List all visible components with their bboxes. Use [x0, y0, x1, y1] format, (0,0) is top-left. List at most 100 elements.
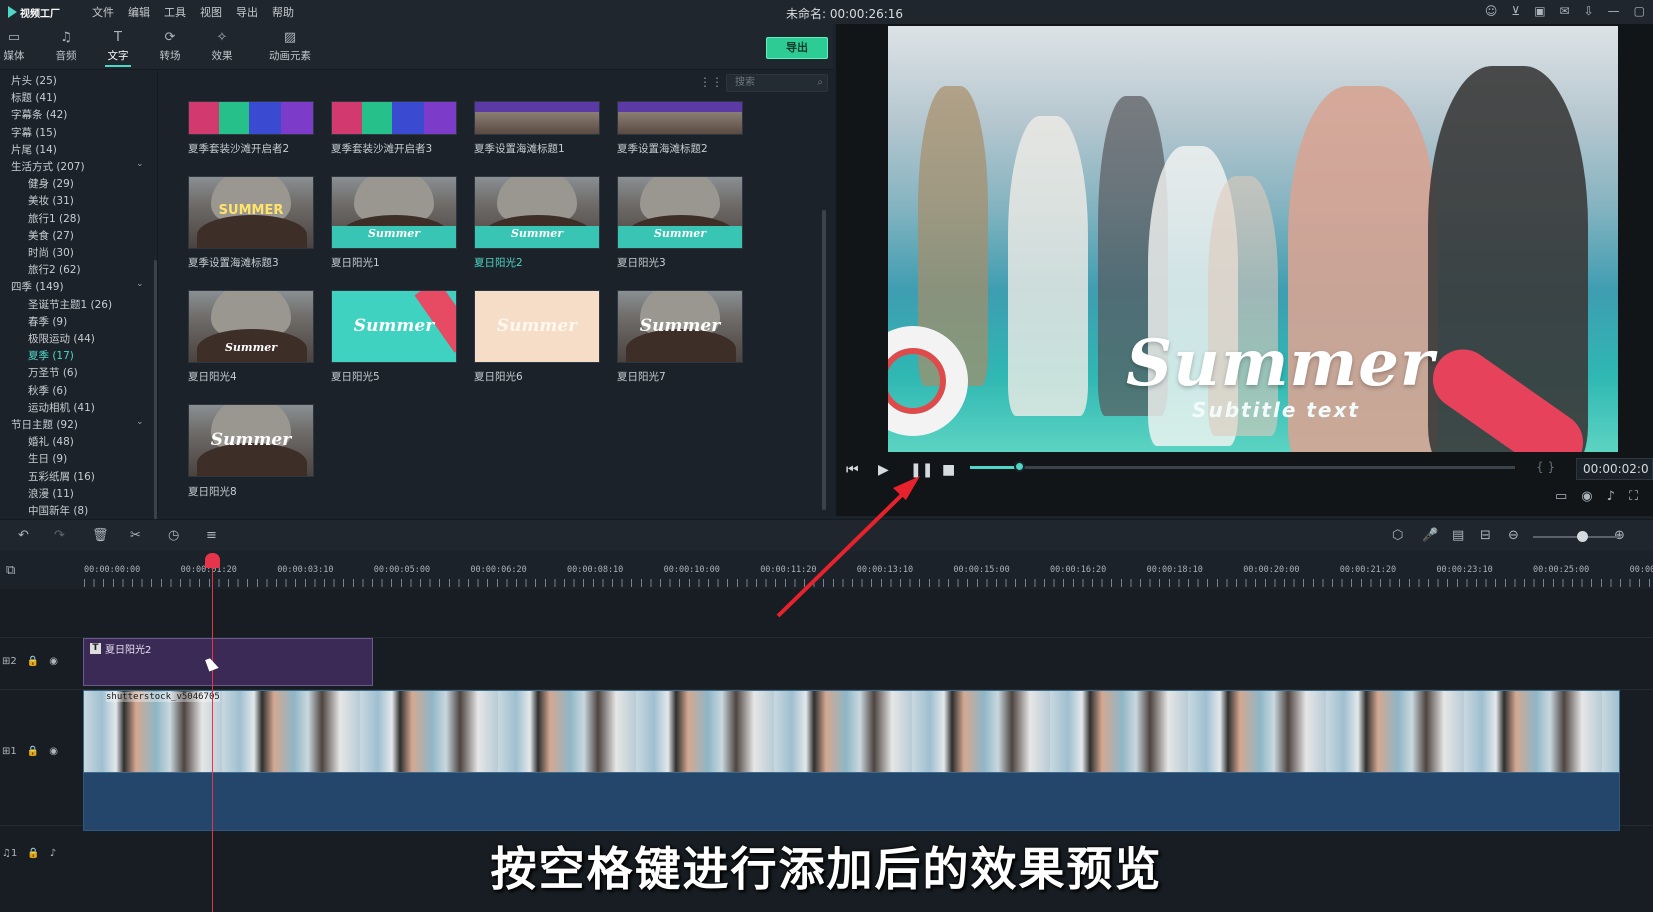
sidebar-item[interactable]: 片尾 (14) — [11, 142, 57, 157]
title-thumbnail[interactable] — [474, 101, 600, 135]
title-thumbnail[interactable]: Summer — [331, 290, 457, 363]
redo-icon[interactable]: ↷ — [54, 528, 65, 543]
delete-icon[interactable]: 🗑 — [92, 528, 109, 543]
marker-icon[interactable]: ⬡ — [1392, 528, 1403, 543]
mark-in-button[interactable]: { — [1536, 460, 1544, 474]
menu-tools[interactable]: 工具 — [164, 4, 186, 20]
library-scrollbar[interactable] — [822, 210, 826, 510]
text-clip[interactable]: T 夏日阳光2 — [83, 638, 373, 686]
sidebar-scrollbar[interactable] — [154, 260, 157, 560]
sidebar-item[interactable]: 字幕 (15) — [11, 125, 57, 140]
title-thumbnail[interactable]: Summer — [617, 176, 743, 249]
mark-in-out[interactable]: { } — [1536, 460, 1555, 474]
sidebar-item[interactable]: 万圣节 (6) — [28, 365, 78, 380]
sidebar-item[interactable]: 时尚 (30) — [28, 245, 74, 260]
user-icon[interactable]: ☺ — [1485, 4, 1498, 18]
tab-text[interactable]: T 文字 — [98, 30, 138, 67]
title-thumbnail[interactable]: Summer — [474, 290, 600, 363]
download-icon[interactable]: ⇩ — [1584, 4, 1594, 18]
sidebar-item[interactable]: 婚礼 (48) — [28, 434, 74, 449]
title-thumbnail[interactable]: SUMMER — [188, 176, 314, 249]
menu-help[interactable]: 帮助 — [272, 4, 294, 20]
sidebar-item[interactable]: 生活方式 (207) — [11, 159, 85, 174]
tab-audio[interactable]: ♫ 音频 — [46, 30, 86, 63]
sidebar-item[interactable]: 旅行2 (62) — [28, 262, 81, 277]
pause-button[interactable]: ❚❚ — [910, 462, 933, 478]
zoom-slider-handle[interactable] — [1577, 531, 1588, 542]
sidebar-item[interactable]: 生日 (9) — [28, 451, 67, 466]
sidebar-item[interactable]: 美妆 (31) — [28, 193, 74, 208]
mail-icon[interactable]: ✉ — [1560, 4, 1570, 18]
title-thumbnail[interactable]: Summer — [617, 290, 743, 363]
cart-icon[interactable]: ⊻ — [1511, 4, 1520, 18]
sidebar-item[interactable]: 健身 (29) — [28, 176, 74, 191]
add-track-icon[interactable]: ⧉ — [6, 563, 15, 578]
zoom-out-icon[interactable]: ⊖ — [1508, 528, 1519, 543]
chevron-down-icon[interactable]: ⌄ — [136, 417, 144, 427]
title-thumbnail[interactable] — [331, 101, 457, 135]
sidebar-item[interactable]: 圣诞节主题1 (26) — [28, 297, 112, 312]
search-icon[interactable]: ⌕ — [817, 75, 823, 91]
minimize-icon[interactable]: — — [1608, 4, 1620, 18]
chevron-down-icon[interactable]: ⌄ — [136, 159, 144, 169]
prev-frame-button[interactable]: ⏮ — [846, 462, 859, 478]
stop-button[interactable]: ■ — [942, 462, 955, 478]
sidebar-item[interactable]: 五彩纸屑 (16) — [28, 469, 95, 484]
eye-icon[interactable]: ◉ — [49, 746, 58, 757]
timeline-ruler[interactable]: ⧉ 00:00:00:00 00:00:01:20 00:00:03:10 00:00… — [0, 551, 1653, 589]
sidebar-item[interactable]: 节日主题 (92) — [11, 417, 78, 432]
title-thumbnail[interactable] — [617, 101, 743, 135]
title-thumbnail[interactable]: Summer — [188, 404, 314, 477]
undo-icon[interactable]: ↶ — [18, 528, 29, 543]
sidebar-item[interactable]: 运动相机 (41) — [28, 400, 95, 415]
title-thumbnail[interactable]: Summer — [188, 290, 314, 363]
video-clip[interactable]: shutterstock_v5046705 — [83, 690, 1620, 773]
sidebar-item[interactable]: 秋季 (6) — [28, 383, 67, 398]
title-thumbnail[interactable]: Summer — [474, 176, 600, 249]
tab-elements[interactable]: ▨ 动画元素 — [264, 30, 316, 63]
sidebar-item[interactable]: 浪漫 (11) — [28, 486, 74, 501]
sidebar-item[interactable]: 四季 (149) — [11, 279, 64, 294]
speed-icon[interactable]: ◷ — [168, 528, 179, 543]
lock-icon[interactable]: 🔒 — [27, 656, 39, 667]
playhead-handle[interactable] — [205, 553, 220, 568]
display-icon[interactable]: ▭ — [1555, 489, 1567, 504]
search-input[interactable]: 搜索 ⌕ — [726, 74, 828, 92]
mic-icon[interactable]: 🎤 — [1422, 528, 1438, 543]
sidebar-item[interactable]: 旅行1 (28) — [28, 211, 81, 226]
video-clip-audio[interactable] — [83, 773, 1620, 831]
video-preview[interactable]: Summer Subtitle text — [888, 26, 1618, 452]
tab-effects[interactable]: ✧ 效果 — [202, 30, 242, 63]
title-thumbnail[interactable]: Summer — [331, 176, 457, 249]
export-button[interactable]: 导出 — [766, 37, 828, 59]
eye-icon[interactable]: ◉ — [49, 656, 58, 667]
lock-icon[interactable]: 🔒 — [27, 746, 39, 757]
menu-export[interactable]: 导出 — [236, 4, 258, 20]
tab-transition[interactable]: ⟳ 转场 — [150, 30, 190, 63]
sidebar-item[interactable]: 字幕条 (42) — [11, 107, 67, 122]
chevron-down-icon[interactable]: ⌄ — [136, 279, 144, 289]
sidebar-item[interactable]: 春季 (9) — [28, 314, 67, 329]
playback-progress-handle[interactable] — [1014, 461, 1026, 472]
cut-icon[interactable]: ✂ — [130, 528, 141, 543]
menu-view[interactable]: 视图 — [200, 4, 222, 20]
sidebar-item[interactable]: 夏季 (17) — [28, 348, 74, 363]
save-icon[interactable]: ▣ — [1534, 4, 1545, 18]
sidebar-item[interactable]: 极限运动 (44) — [28, 331, 95, 346]
sidebar-item[interactable]: 美食 (27) — [28, 228, 74, 243]
adjust-icon[interactable]: ≡ — [206, 528, 217, 543]
mark-out-button[interactable]: } — [1547, 460, 1555, 474]
audio-mixer-icon[interactable]: ▤ — [1452, 528, 1464, 543]
play-button[interactable]: ▶ — [878, 462, 889, 478]
fullscreen-icon[interactable]: ⛶ — [1629, 489, 1638, 504]
sidebar-item[interactable]: 中国新年 (8) — [28, 503, 88, 518]
title-thumbnail[interactable] — [188, 101, 314, 135]
split-screen-icon[interactable]: ⊟ — [1480, 528, 1491, 543]
playback-progress-track[interactable] — [970, 466, 1515, 469]
sidebar-item[interactable]: 标题 (41) — [11, 90, 57, 105]
snapshot-icon[interactable]: ◉ — [1581, 489, 1592, 504]
menu-edit[interactable]: 编辑 — [128, 4, 150, 20]
menu-file[interactable]: 文件 — [92, 4, 114, 20]
tab-media[interactable]: ▭ 媒体 — [0, 30, 34, 63]
volume-icon[interactable]: ♪ — [1607, 489, 1615, 504]
